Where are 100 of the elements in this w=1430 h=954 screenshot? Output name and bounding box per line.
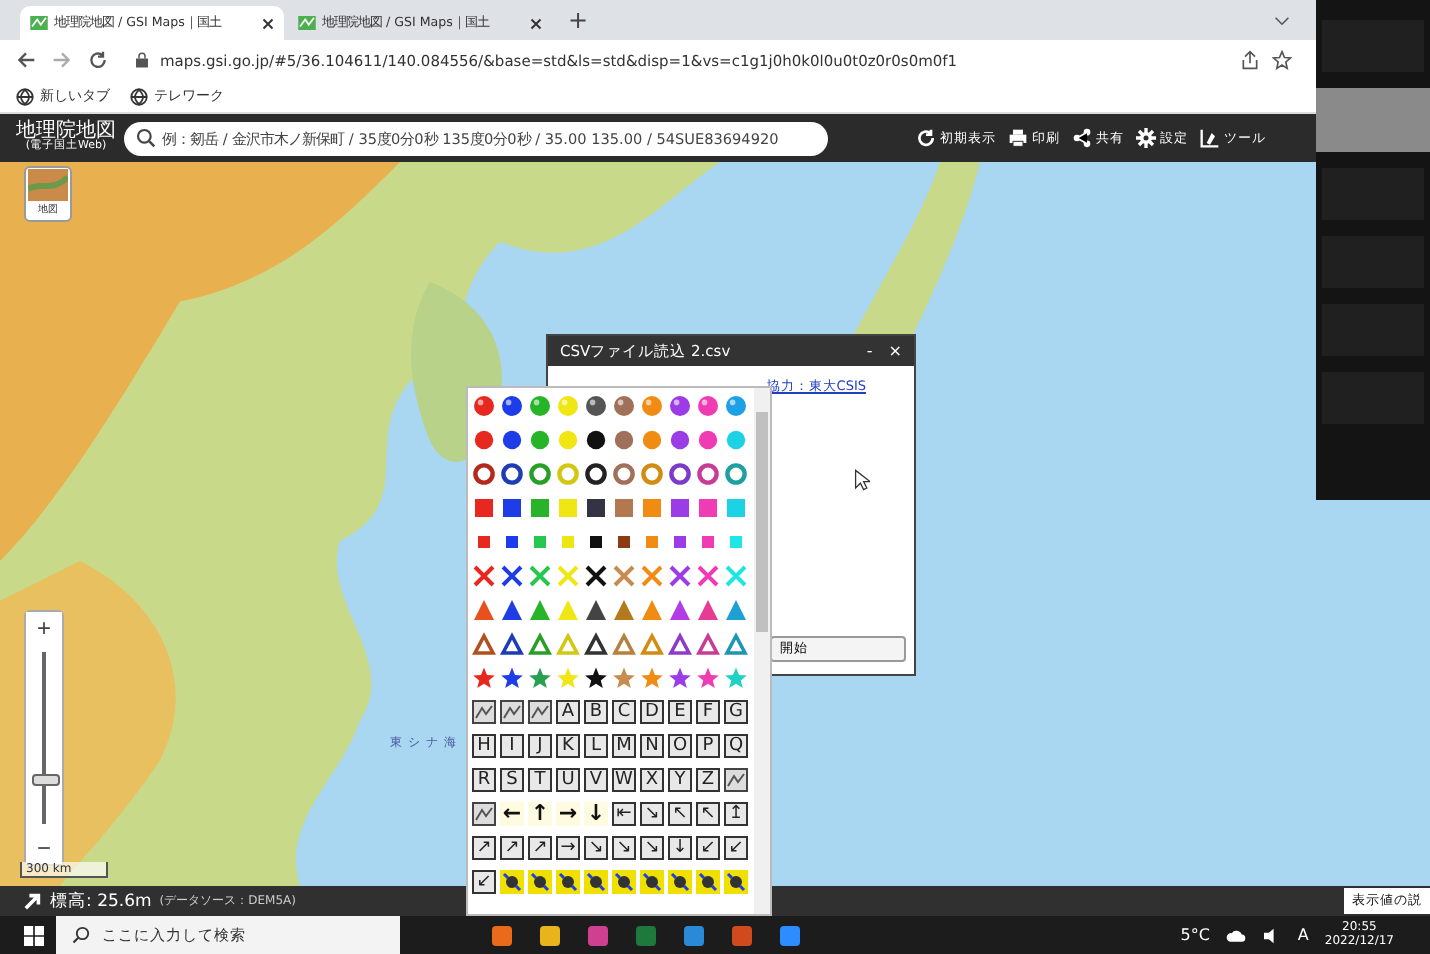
symbol-tile[interactable]: ↗	[472, 836, 496, 860]
close-icon[interactable]	[530, 17, 542, 29]
dot-icon[interactable]	[696, 428, 720, 452]
symbol-tile[interactable]: ↘	[612, 836, 636, 860]
pattern-icon[interactable]	[724, 768, 748, 792]
ring-icon[interactable]	[500, 462, 524, 486]
dot-icon[interactable]	[668, 428, 692, 452]
square-icon[interactable]	[500, 496, 524, 520]
symbol-tile[interactable]: ↘	[584, 836, 608, 860]
slider-thumb[interactable]	[32, 774, 60, 787]
symbol-tile[interactable]: ↙	[724, 836, 748, 860]
symbol-tile[interactable]: F	[696, 700, 720, 724]
ring-icon[interactable]	[472, 462, 496, 486]
symbol-tile[interactable]: I	[500, 734, 524, 758]
close-button[interactable]: ×	[888, 342, 902, 360]
symbol-tile[interactable]: G	[724, 700, 748, 724]
symbol-icon[interactable]	[640, 870, 664, 894]
symbol-tile[interactable]: →	[556, 802, 580, 826]
star-icon[interactable]	[472, 666, 496, 690]
weather-text[interactable]: 5°C	[1180, 926, 1210, 944]
square-icon[interactable]	[584, 530, 608, 554]
symbol-tile[interactable]: E	[668, 700, 692, 724]
zoom-slider[interactable]	[26, 652, 62, 824]
scrollbar[interactable]	[754, 388, 770, 914]
pattern-icon[interactable]	[528, 700, 552, 724]
ring-icon[interactable]	[584, 462, 608, 486]
dot-icon[interactable]	[500, 428, 524, 452]
symbol-tile[interactable]: D	[640, 700, 664, 724]
symbol-tile[interactable]: O	[668, 734, 692, 758]
app-icon[interactable]	[732, 925, 752, 945]
symbol-tile[interactable]: Y	[668, 768, 692, 792]
star-icon[interactable]	[584, 666, 608, 690]
symbol-icon[interactable]	[584, 870, 608, 894]
symbol-tile[interactable]: X	[640, 768, 664, 792]
triangle-icon[interactable]	[500, 632, 524, 656]
star-icon[interactable]	[1272, 50, 1292, 70]
ring-icon[interactable]	[668, 462, 692, 486]
symbol-tile[interactable]: Q	[724, 734, 748, 758]
star-icon[interactable]	[528, 666, 552, 690]
reload-icon[interactable]	[88, 50, 108, 70]
dot-icon[interactable]	[724, 428, 748, 452]
symbol-tile[interactable]: U	[556, 768, 580, 792]
square-icon[interactable]	[612, 530, 636, 554]
ime-indicator[interactable]: A	[1297, 926, 1309, 944]
ball-icon[interactable]	[584, 394, 608, 418]
app-icon[interactable]	[492, 925, 512, 945]
pattern-icon[interactable]	[500, 700, 524, 724]
app-icon[interactable]	[684, 925, 704, 945]
dot-icon[interactable]	[584, 428, 608, 452]
symbol-tile[interactable]: C	[612, 700, 636, 724]
star-icon[interactable]	[724, 666, 748, 690]
ball-icon[interactable]	[500, 394, 524, 418]
star-icon[interactable]	[640, 666, 664, 690]
app-icon[interactable]	[780, 925, 800, 945]
symbol-icon[interactable]	[668, 870, 692, 894]
symbol-tile[interactable]: ↘	[640, 836, 664, 860]
symbol-tile[interactable]: A	[556, 700, 580, 724]
symbol-tile[interactable]: H	[472, 734, 496, 758]
symbol-tile[interactable]: B	[584, 700, 608, 724]
symbol-icon[interactable]	[696, 870, 720, 894]
symbol-tile[interactable]: T	[528, 768, 552, 792]
star-icon[interactable]	[696, 666, 720, 690]
cloud-icon[interactable]	[1225, 927, 1246, 943]
star-icon[interactable]	[556, 666, 580, 690]
symbol-tile[interactable]: ↗	[528, 836, 552, 860]
pattern-icon[interactable]	[472, 802, 496, 826]
symbol-tile[interactable]: V	[584, 768, 608, 792]
ball-icon[interactable]	[612, 394, 636, 418]
triangle-icon[interactable]	[500, 598, 524, 622]
symbol-tile[interactable]: ↗	[500, 836, 524, 860]
back-icon[interactable]	[16, 50, 36, 70]
forward-icon[interactable]	[52, 50, 72, 70]
symbol-tile[interactable]: J	[528, 734, 552, 758]
dot-icon[interactable]	[528, 428, 552, 452]
ball-icon[interactable]	[668, 394, 692, 418]
dot-icon[interactable]	[556, 428, 580, 452]
symbol-tile[interactable]: P	[696, 734, 720, 758]
dot-icon[interactable]	[472, 428, 496, 452]
symbol-tile[interactable]: M	[612, 734, 636, 758]
symbol-tile[interactable]: ↑	[528, 802, 552, 826]
square-icon[interactable]	[500, 530, 524, 554]
symbol-icon[interactable]	[612, 870, 636, 894]
symbol-tile[interactable]: ↙	[472, 870, 496, 894]
ball-icon[interactable]	[696, 394, 720, 418]
cross-icon[interactable]	[500, 564, 524, 588]
symbol-tile[interactable]: L	[584, 734, 608, 758]
symbol-tile[interactable]: ↓	[584, 802, 608, 826]
windows-icon[interactable]	[24, 925, 44, 945]
share-icon[interactable]	[1240, 50, 1260, 70]
symbol-tile[interactable]: R	[472, 768, 496, 792]
cross-icon[interactable]	[584, 564, 608, 588]
pattern-icon[interactable]	[472, 700, 496, 724]
symbol-tile[interactable]: Z	[696, 768, 720, 792]
symbol-tile[interactable]: ↖	[668, 802, 692, 826]
symbol-icon[interactable]	[724, 870, 748, 894]
ball-icon[interactable]	[472, 394, 496, 418]
close-icon[interactable]	[262, 17, 274, 29]
symbol-icon[interactable]	[500, 870, 524, 894]
star-icon[interactable]	[612, 666, 636, 690]
app-icon[interactable]	[540, 925, 560, 945]
